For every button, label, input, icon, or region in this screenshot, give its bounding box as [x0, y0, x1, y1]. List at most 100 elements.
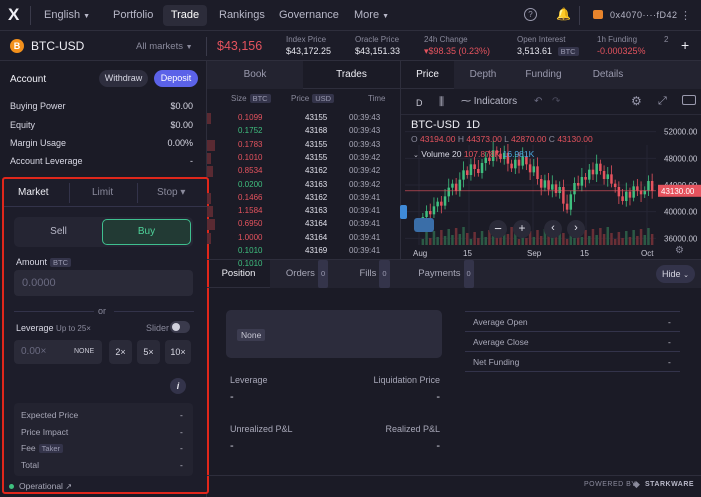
- divider: [465, 371, 680, 372]
- tab-trades[interactable]: Trades: [303, 61, 400, 89]
- volume-label: Volume: [421, 149, 450, 159]
- zoom-in-button[interactable]: +: [513, 220, 531, 238]
- volume-bar: [428, 238, 432, 245]
- bell-icon[interactable]: 🔔: [556, 7, 571, 21]
- nav-governance[interactable]: Governance: [279, 9, 339, 21]
- tab-payments[interactable]: Payments 0: [405, 260, 487, 288]
- tab-orders[interactable]: Orders 0: [270, 260, 344, 288]
- tab-details[interactable]: Details: [575, 61, 641, 89]
- candle-body: [599, 163, 602, 171]
- hide-button[interactable]: Hide ⌄: [656, 265, 695, 283]
- logo[interactable]: X: [8, 5, 19, 25]
- redo-icon[interactable]: ↷: [552, 96, 560, 107]
- trade-row: 0.0200 43163 00:39:42: [207, 180, 392, 193]
- leverage-2x-button[interactable]: 2×: [109, 340, 132, 364]
- leverage-5x-button[interactable]: 5×: [137, 340, 160, 364]
- leverage-input[interactable]: 0.00× NONE: [14, 340, 102, 364]
- menu-icon[interactable]: ⋮: [680, 9, 691, 22]
- ohlc-readout: O 43194.00 H 44373.00 L 42870.00 C 43130…: [411, 134, 593, 144]
- info-icon[interactable]: i: [170, 378, 186, 394]
- nav-portfolio[interactable]: Portfolio: [113, 9, 153, 21]
- account-value: 0.00%: [167, 138, 193, 148]
- stat-value: $43,151.33: [355, 46, 401, 56]
- amount-placeholder: 0.0000: [22, 277, 56, 289]
- deposit-button[interactable]: Deposit: [154, 70, 198, 87]
- slider-toggle[interactable]: [170, 321, 190, 333]
- brand-label: STARKWARE: [645, 481, 695, 488]
- nav-more[interactable]: More ▼: [354, 9, 389, 21]
- candle-body: [647, 181, 650, 191]
- help-icon[interactable]: ?: [524, 8, 537, 21]
- volume-bar: [532, 237, 536, 245]
- chart-settings-icon[interactable]: ⚙: [675, 245, 684, 256]
- interval-selector[interactable]: D: [416, 98, 423, 108]
- nav-rankings[interactable]: Rankings: [219, 9, 265, 21]
- size-bar: [207, 113, 211, 124]
- volume-bar: [440, 230, 443, 245]
- wallet-address[interactable]: 0x4070····fD42: [610, 10, 678, 20]
- candle-body: [447, 187, 450, 197]
- tab-price[interactable]: Price: [401, 61, 454, 89]
- account-value: $0.00: [170, 101, 193, 111]
- tab-depth[interactable]: Depth: [454, 61, 512, 89]
- collapse-icon[interactable]: ⌄: [413, 152, 419, 159]
- add-icon[interactable]: +: [681, 37, 689, 53]
- trade-row: 0.1752 43168 00:39:43: [207, 126, 392, 139]
- tab-position[interactable]: Position: [207, 260, 270, 288]
- top-navigation: X English ▼ Portfolio Trade Rankings Gov…: [0, 0, 701, 31]
- trade-row: 1.0000 43164 00:39:41: [207, 232, 392, 246]
- summary-label: Expected Price: [21, 410, 79, 420]
- trade-size: 0.1752: [238, 126, 263, 136]
- trade-time: 00:39:42: [349, 152, 381, 162]
- language-selector[interactable]: English ▼: [44, 9, 90, 21]
- camera-icon[interactable]: [682, 95, 696, 105]
- position-field-label: Unrealized P&L: [230, 424, 293, 434]
- zoom-out-button[interactable]: −: [489, 220, 507, 238]
- leverage-label-text: Leverage: [16, 323, 54, 333]
- candles-icon[interactable]: ⫼: [439, 96, 444, 109]
- fills-label: Fills: [359, 268, 377, 279]
- candle-body: [617, 187, 621, 197]
- chart-drag-handle[interactable]: [400, 205, 407, 219]
- last-price: $43,156: [217, 39, 263, 53]
- low-value: 42870.00: [510, 134, 547, 144]
- volume-bar: [525, 238, 528, 245]
- all-markets-selector[interactable]: All markets ▼: [136, 41, 193, 52]
- wallet-icon: [593, 10, 603, 19]
- settings-icon[interactable]: ⚙: [631, 94, 642, 108]
- size-bar: [207, 152, 211, 164]
- volume-bar: [506, 234, 510, 245]
- toggle-knob: [172, 323, 180, 331]
- withdraw-button[interactable]: Withdraw: [99, 70, 148, 87]
- tab-book[interactable]: Book: [207, 61, 303, 89]
- sell-button[interactable]: Sell: [14, 217, 103, 247]
- tab-limit[interactable]: Limit: [92, 187, 113, 198]
- tab-fills[interactable]: Fills 0: [344, 260, 405, 288]
- stat-label: 1h Funding: [597, 35, 638, 44]
- candle-body: [551, 184, 554, 190]
- chevron-down-icon: ▼: [83, 13, 91, 20]
- market-pair[interactable]: BTC-USD: [31, 39, 84, 53]
- undo-icon[interactable]: ↶: [534, 96, 542, 107]
- trade-price: 43162: [305, 166, 328, 176]
- candle-body: [432, 206, 436, 215]
- leverage-10x-button[interactable]: 10×: [165, 340, 191, 364]
- bitcoin-icon: B: [10, 39, 24, 53]
- status-label: Operational: [19, 481, 63, 491]
- candle-body: [536, 166, 539, 179]
- tab-stop[interactable]: Stop ▾: [157, 187, 185, 198]
- volume-bar: [480, 231, 484, 245]
- buy-button[interactable]: Buy: [102, 219, 191, 245]
- tab-market[interactable]: Market: [18, 187, 49, 198]
- scroll-right-button[interactable]: ›: [567, 220, 585, 238]
- amount-label: Amount BTC: [16, 257, 72, 267]
- fullscreen-icon[interactable]: ⤢: [658, 95, 667, 108]
- status-link[interactable]: Operational ↗: [19, 481, 72, 491]
- nav-trade[interactable]: Trade: [163, 5, 207, 26]
- divider: [206, 37, 207, 56]
- amount-input[interactable]: 0.0000: [14, 270, 193, 296]
- size-bar: [207, 219, 215, 231]
- tab-funding[interactable]: Funding: [512, 61, 575, 89]
- indicators-button[interactable]: ⁓ Indicators: [461, 96, 517, 107]
- scroll-left-button[interactable]: ‹: [544, 220, 562, 238]
